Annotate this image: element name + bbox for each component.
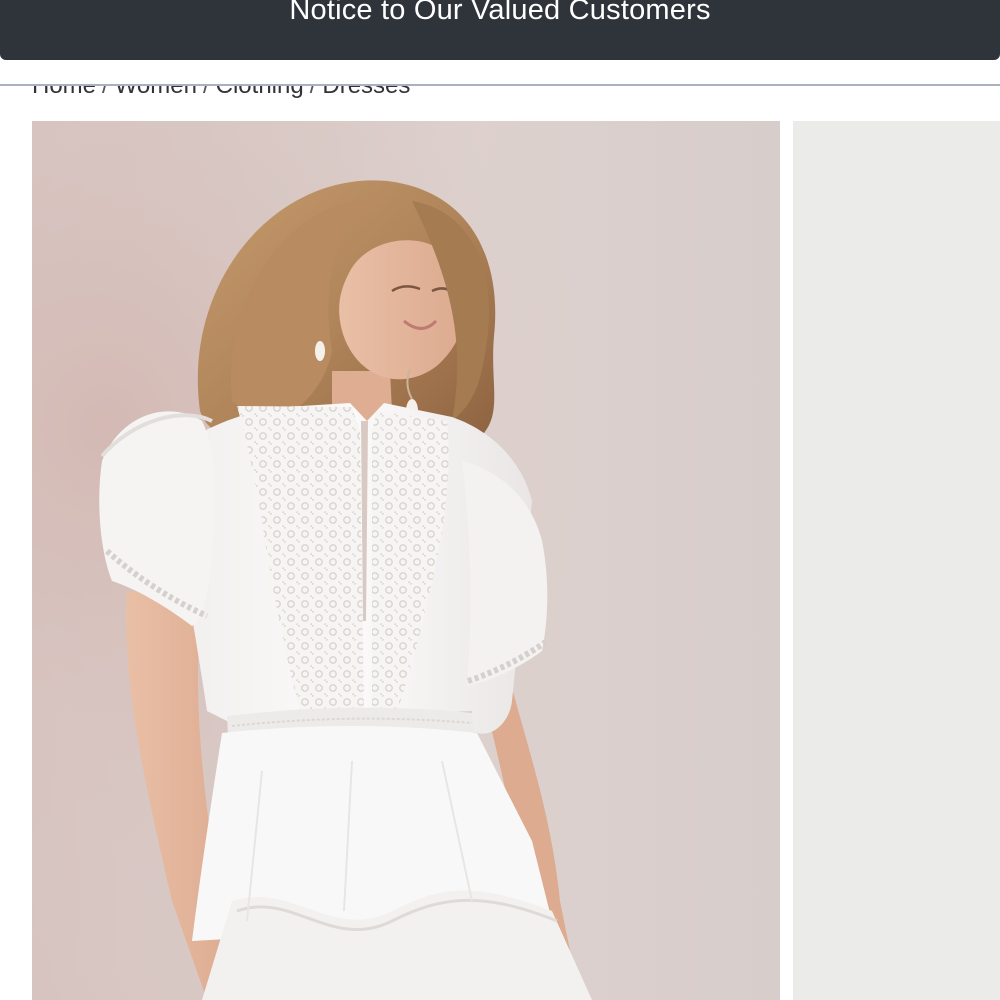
product-image-secondary[interactable]: [793, 121, 1000, 1000]
header-spacer: [0, 60, 1000, 85]
header-divider: [0, 84, 1000, 86]
product-image-main[interactable]: [32, 121, 780, 1000]
notice-text[interactable]: Notice to Our Valued Customers: [289, 0, 710, 25]
model-photo: [32, 121, 780, 1000]
notice-banner[interactable]: Notice to Our Valued Customers: [0, 0, 1000, 60]
